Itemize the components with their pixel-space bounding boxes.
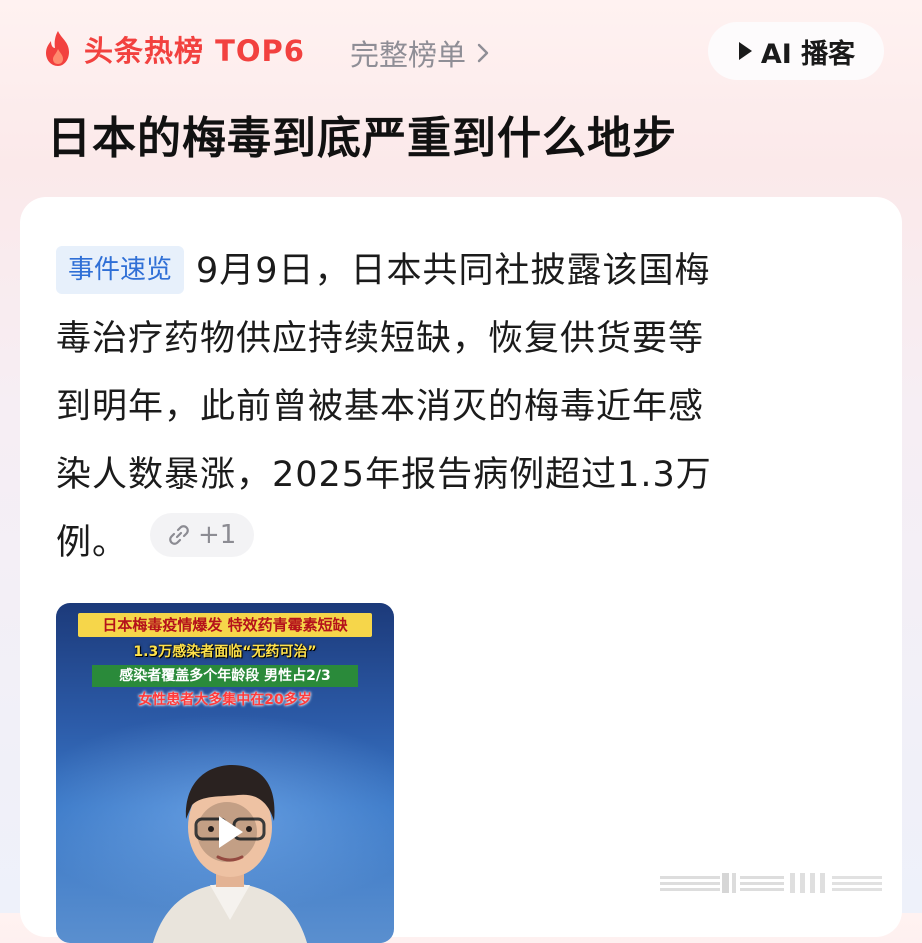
summary-text: 染人数暴涨，2025年报告病例超过1.3万 [56, 455, 712, 495]
summary-text: 到明年，此前曾被基本消灭的梅毒近年感 [56, 387, 705, 427]
flame-icon [46, 31, 69, 66]
summary-line: 染人数暴涨，2025年报告病例超过1.3万 [56, 441, 856, 509]
video-caption: 1.3万感染者面临“无药可治” [133, 644, 317, 660]
chevron-right-icon [477, 43, 489, 63]
summary-text: 9月9日，日本共同社披露该国梅 [196, 251, 711, 291]
video-caption: 日本梅毒疫情爆发 特效药青霉素短缺 [78, 613, 372, 637]
summary-line: 事件速览 9月9日，日本共同社披露该国梅 [56, 237, 856, 305]
video-caption: 感染者覆盖多个年龄段 男性占2/3 [92, 665, 358, 687]
play-icon [738, 42, 752, 60]
watermark-icon [660, 873, 882, 893]
summary-text: 毒治疗药物供应持续短缺，恢复供货要等 [56, 319, 705, 359]
header: 头条热榜 TOP6 完整榜单 AI 播客 [38, 22, 884, 80]
full-list-link[interactable]: 完整榜单 [350, 32, 490, 74]
video-thumbnail[interactable]: 日本梅毒疫情爆发 特效药青霉素短缺 1.3万感染者面临“无药可治” 感染者覆盖多… [56, 603, 394, 943]
summary-card: 事件速览 9月9日，日本共同社披露该国梅 毒治疗药物供应持续短缺，恢复供货要等 到… [20, 197, 902, 943]
summary-line: 到明年，此前曾被基本消灭的梅毒近年感 [56, 373, 856, 441]
hot-list-title: 头条热榜 TOP6 [84, 34, 305, 68]
summary-text: 例。 [56, 523, 129, 563]
topic-title[interactable]: 日本的梅毒到底严重到什么地步 [47, 102, 677, 166]
source-count: +1 [198, 520, 237, 550]
link-icon [169, 525, 189, 545]
video-play-icon[interactable] [195, 800, 259, 864]
summary-line: 毒治疗药物供应持续短缺，恢复供货要等 [56, 305, 856, 373]
source-link-pill[interactable]: +1 [150, 513, 255, 557]
event-overview-tag: 事件速览 [56, 246, 185, 294]
summary-line: 例。 +1 [56, 509, 856, 577]
event-summary: 事件速览 9月9日，日本共同社披露该国梅 毒治疗药物供应持续短缺，恢复供货要等 到… [56, 237, 856, 577]
full-list-label: 完整榜单 [350, 38, 467, 72]
ai-podcast-label: AI 播客 [760, 38, 856, 70]
hot-list-brand[interactable]: 头条热榜 TOP6 [38, 28, 305, 70]
video-caption: 女性患者大多集中在20多岁 [138, 692, 312, 708]
ai-podcast-button[interactable]: AI 播客 [708, 22, 884, 80]
